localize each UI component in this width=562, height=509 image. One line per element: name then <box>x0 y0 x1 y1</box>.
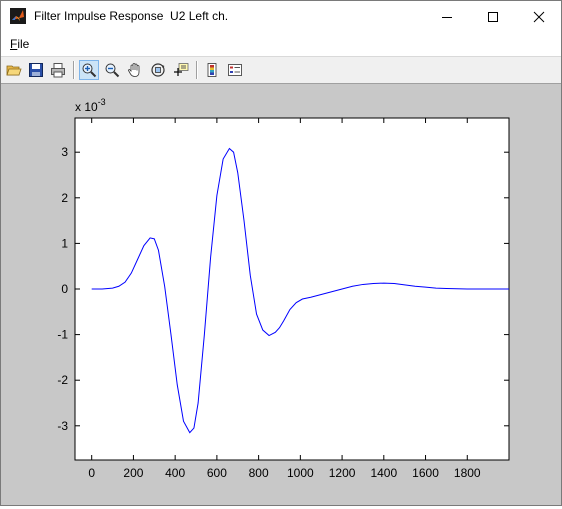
open-button[interactable] <box>4 60 24 80</box>
zoom-in-icon <box>82 63 97 78</box>
rotate-3d-icon <box>151 63 165 77</box>
y-tick-label: -2 <box>57 373 68 387</box>
chart-svg[interactable]: -3 -2 -1 0 1 2 3 0 200 400 600 800 1000 1200 1400 1600… <box>1 84 561 505</box>
x-tick-label: 400 <box>165 466 185 480</box>
colorbar-button[interactable] <box>202 60 222 80</box>
y-exponent-label: x 10-3 <box>75 97 106 114</box>
x-tick-label: 1600 <box>412 466 439 480</box>
zoom-in-button[interactable] <box>79 60 99 80</box>
maximize-icon <box>488 11 498 22</box>
x-tick-label: 200 <box>123 466 143 480</box>
menu-file[interactable]: File <box>10 37 29 51</box>
print-button[interactable] <box>48 60 68 80</box>
title-bar[interactable]: Filter Impulse Response U2 Left ch. <box>1 1 561 32</box>
zoom-out-button[interactable] <box>102 60 122 80</box>
colorbar-icon <box>207 63 217 77</box>
pan-button[interactable] <box>125 60 145 80</box>
figure-toolbar <box>1 56 561 84</box>
x-tick-label: 1200 <box>329 466 356 480</box>
open-icon <box>6 65 22 76</box>
y-tick-label: 2 <box>61 191 68 205</box>
y-tick-label: 0 <box>61 282 68 296</box>
window-title: Filter Impulse Response U2 Left ch. <box>34 9 229 23</box>
save-icon <box>29 63 43 77</box>
menu-file-rest: ile <box>17 37 30 51</box>
y-tick-label: -3 <box>57 419 68 433</box>
toolbar-separator <box>73 61 75 79</box>
figure-window: Filter Impulse Response U2 Left ch. File <box>0 0 562 506</box>
y-exponent-base: x 10 <box>75 100 98 114</box>
print-icon <box>51 63 65 78</box>
legend-button[interactable] <box>225 60 245 80</box>
y-exponent-power: -3 <box>98 97 106 107</box>
axes-box <box>74 117 510 461</box>
x-tick-label: 0 <box>88 466 95 480</box>
y-tick-label: 3 <box>61 145 68 159</box>
matlab-logo-icon <box>10 8 26 24</box>
x-tick-label: 1800 <box>454 466 481 480</box>
x-tick-label: 1000 <box>287 466 314 480</box>
figure-canvas: -3 -2 -1 0 1 2 3 0 200 400 600 800 1000 1200 1400 1600… <box>1 84 561 505</box>
maximize-button[interactable] <box>470 1 516 32</box>
toolbar-separator <box>196 61 198 79</box>
pan-hand-icon <box>128 63 140 77</box>
y-tick-label: 1 <box>61 236 68 250</box>
zoom-out-icon <box>105 63 120 78</box>
minimize-button[interactable] <box>424 1 470 32</box>
x-tick-label: 800 <box>249 466 269 480</box>
minimize-icon <box>442 16 452 18</box>
data-cursor-icon <box>174 63 189 76</box>
y-tick-label: -1 <box>57 328 68 342</box>
legend-icon <box>228 64 242 76</box>
close-icon <box>533 11 545 22</box>
x-tick-label: 1400 <box>370 466 397 480</box>
data-cursor-button[interactable] <box>171 60 191 80</box>
x-tick-label: 600 <box>207 466 227 480</box>
menu-bar: File <box>1 32 561 56</box>
close-button[interactable] <box>516 1 562 32</box>
rotate-3d-button[interactable] <box>148 60 168 80</box>
save-button[interactable] <box>26 60 46 80</box>
